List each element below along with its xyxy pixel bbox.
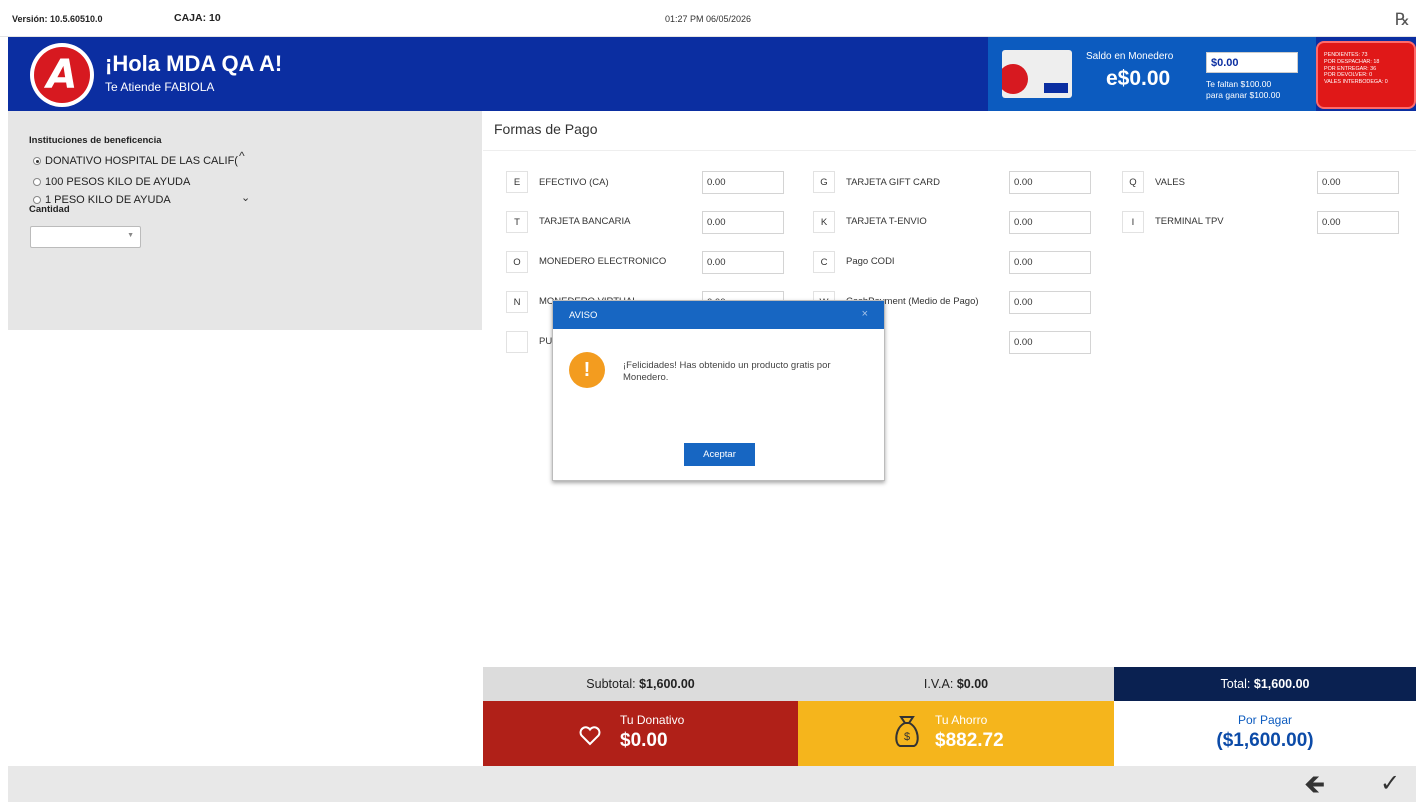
total-value: $1,600.00 [1253,677,1310,691]
iva-cell: I.V.A: $0.00 [798,667,1114,701]
dialog-header: AVISO × [553,301,884,329]
pay-key-pu[interactable] [506,331,528,353]
pay-input-codi[interactable]: 0.00 [1009,251,1091,274]
donativo-box: Tu Donativo $0.00 [483,701,798,766]
por-pagar-label: Por Pagar [1237,713,1293,727]
pay-key-g[interactable]: G [813,171,835,193]
iva-value: $0.00 [956,677,989,691]
chevron-down-icon[interactable]: ⌄ [241,191,250,204]
formas-de-pago-title: Formas de Pago [494,121,598,137]
aceptar-button[interactable]: Aceptar [684,443,755,466]
dialog-title: AVISO [569,310,598,321]
pay-label-gift-card: TARJETA GIFT CARD [846,177,940,188]
cantidad-label: Cantidad [29,204,70,215]
greeting: ¡Hola MDA QA A! [105,51,283,76]
devolver-line: POR DEVOLVER: 0 [1324,72,1373,79]
pay-key-i[interactable]: I [1122,211,1144,233]
pay-key-c[interactable]: C [813,251,835,273]
cantidad-select[interactable]: ▼ [30,226,141,248]
radio-icon [33,178,41,186]
despachar-line: POR DESPACHAR: 18 [1324,58,1380,65]
monedero-card-image [1002,50,1072,98]
money-bag-icon: $ [895,716,919,747]
back-arrow-icon[interactable]: 🡸 [1304,770,1325,798]
entregar-line: POR ENTREGAR: 36 [1324,65,1377,72]
saldo-label: Saldo en Monedero [1086,51,1174,62]
pay-input-efectivo[interactable]: 0.00 [702,171,784,194]
pay-input-monedero-electronico[interactable]: 0.00 [702,251,784,274]
radio-selected-icon [33,157,41,165]
radio-option-0[interactable]: DONATIVO HOSPITAL DE LAS CALIF( [33,155,238,167]
brand-logo: A [30,43,94,107]
header-banner: A ¡Hola MDA QA A! Te Atiende FABIOLA Sal… [8,37,1416,111]
dialog-message: ¡Felicidades! Has obtenido un producto g… [623,360,831,383]
dropdown-arrow-icon: ▼ [127,232,134,239]
pay-input-gift-card[interactable]: 0.00 [1009,171,1091,194]
por-pagar-value: ($1,600.00) [1216,730,1314,751]
attendant-text: Te Atiende FABIOLA [105,80,215,94]
pay-label-codi: Pago CODI [846,256,895,267]
svg-text:$: $ [904,731,910,743]
pay-input-cashpayment[interactable]: 0.00 [1009,291,1091,314]
por-pagar-box: Por Pagar ($1,600.00) [1114,701,1416,766]
pay-key-e[interactable]: E [506,171,528,193]
radio-icon [33,196,41,204]
top-bar: Versión: 10.5.60510.0 CAJA: 10 01:27 PM … [0,0,1416,37]
total-cell: Total: $1,600.00 [1114,667,1416,701]
pay-label-efectivo: EFECTIVO (CA) [539,177,609,188]
pay-input-ay[interactable]: 0.00 [1009,331,1091,354]
monedero-panel: Saldo en Monedero e$0.00 $0.00 Te faltan… [988,37,1316,111]
pay-label-tarjeta-bancaria: TARJETA BANCARIA [539,216,631,227]
warning-icon: ! [569,352,605,388]
beneficencia-panel: Instituciones de beneficencia DONATIVO H… [8,111,482,330]
datetime-text: 01:27 PM 06/05/2026 [664,14,752,24]
ahorro-value: $882.72 [935,730,1004,751]
monedero-input[interactable]: $0.00 [1206,52,1298,73]
beneficencia-title: Instituciones de beneficencia [29,135,162,146]
bottom-bar: 🡸 ✓ [8,766,1416,802]
divider [483,150,1416,151]
heart-icon [579,726,601,746]
pay-input-terminal-tpv[interactable]: 0.00 [1317,211,1399,234]
donativo-label: Tu Donativo [620,713,685,727]
close-icon[interactable]: × [862,308,868,320]
pay-key-o[interactable]: O [506,251,528,273]
pay-label-monedero-electronico: MONEDERO ELECTRONICO [539,256,667,267]
radio-label: 100 PESOS KILO DE AYUDA [45,176,191,188]
vales-line: VALES INTERBODEGA: 0 [1324,79,1388,85]
aviso-dialog: AVISO × ! ¡Felicidades! Has obtenido un … [552,300,885,481]
radio-option-1[interactable]: 100 PESOS KILO DE AYUDA [33,176,190,188]
donativo-value: $0.00 [620,730,668,751]
pay-input-tarjeta-bancaria[interactable]: 0.00 [702,211,784,234]
pay-input-t-envio[interactable]: 0.00 [1009,211,1091,234]
pay-label-terminal-tpv: TERMINAL TPV [1155,216,1224,227]
ahorro-label: Tu Ahorro [935,713,988,727]
pay-key-q[interactable]: Q [1122,171,1144,193]
pendientes-badge[interactable]: PENDIENTES: 73 POR DESPACHAR: 18 POR ENT… [1316,41,1416,109]
pay-key-t[interactable]: T [506,211,528,233]
pendientes-line: PENDIENTES: 73 [1324,52,1368,58]
pay-key-n[interactable]: N [506,291,528,313]
subtotal-cell: Subtotal: $1,600.00 [483,667,798,701]
ahorro-box: $ Tu Ahorro $882.72 [798,701,1114,766]
radio-label: DONATIVO HOSPITAL DE LAS CALIF( [45,155,238,167]
faltan-text-2: para ganar $100.00 [1206,90,1281,100]
chevron-up-icon[interactable]: ^ [239,149,245,163]
logo-letter: A [34,47,90,103]
pay-input-vales[interactable]: 0.00 [1317,171,1399,194]
faltan-text-1: Te faltan $100.00 [1206,79,1272,89]
pay-label-t-envio: TARJETA T-ENVIO [846,216,927,227]
rx-icon[interactable]: ℞ [1395,10,1410,30]
checkmark-icon[interactable]: ✓ [1380,770,1400,798]
saldo-value: e$0.00 [1106,67,1171,90]
pay-key-k[interactable]: K [813,211,835,233]
subtotal-value: $1,600.00 [639,677,695,691]
pay-label-pu: PU [539,336,553,347]
pay-label-vales: VALES [1155,177,1185,188]
